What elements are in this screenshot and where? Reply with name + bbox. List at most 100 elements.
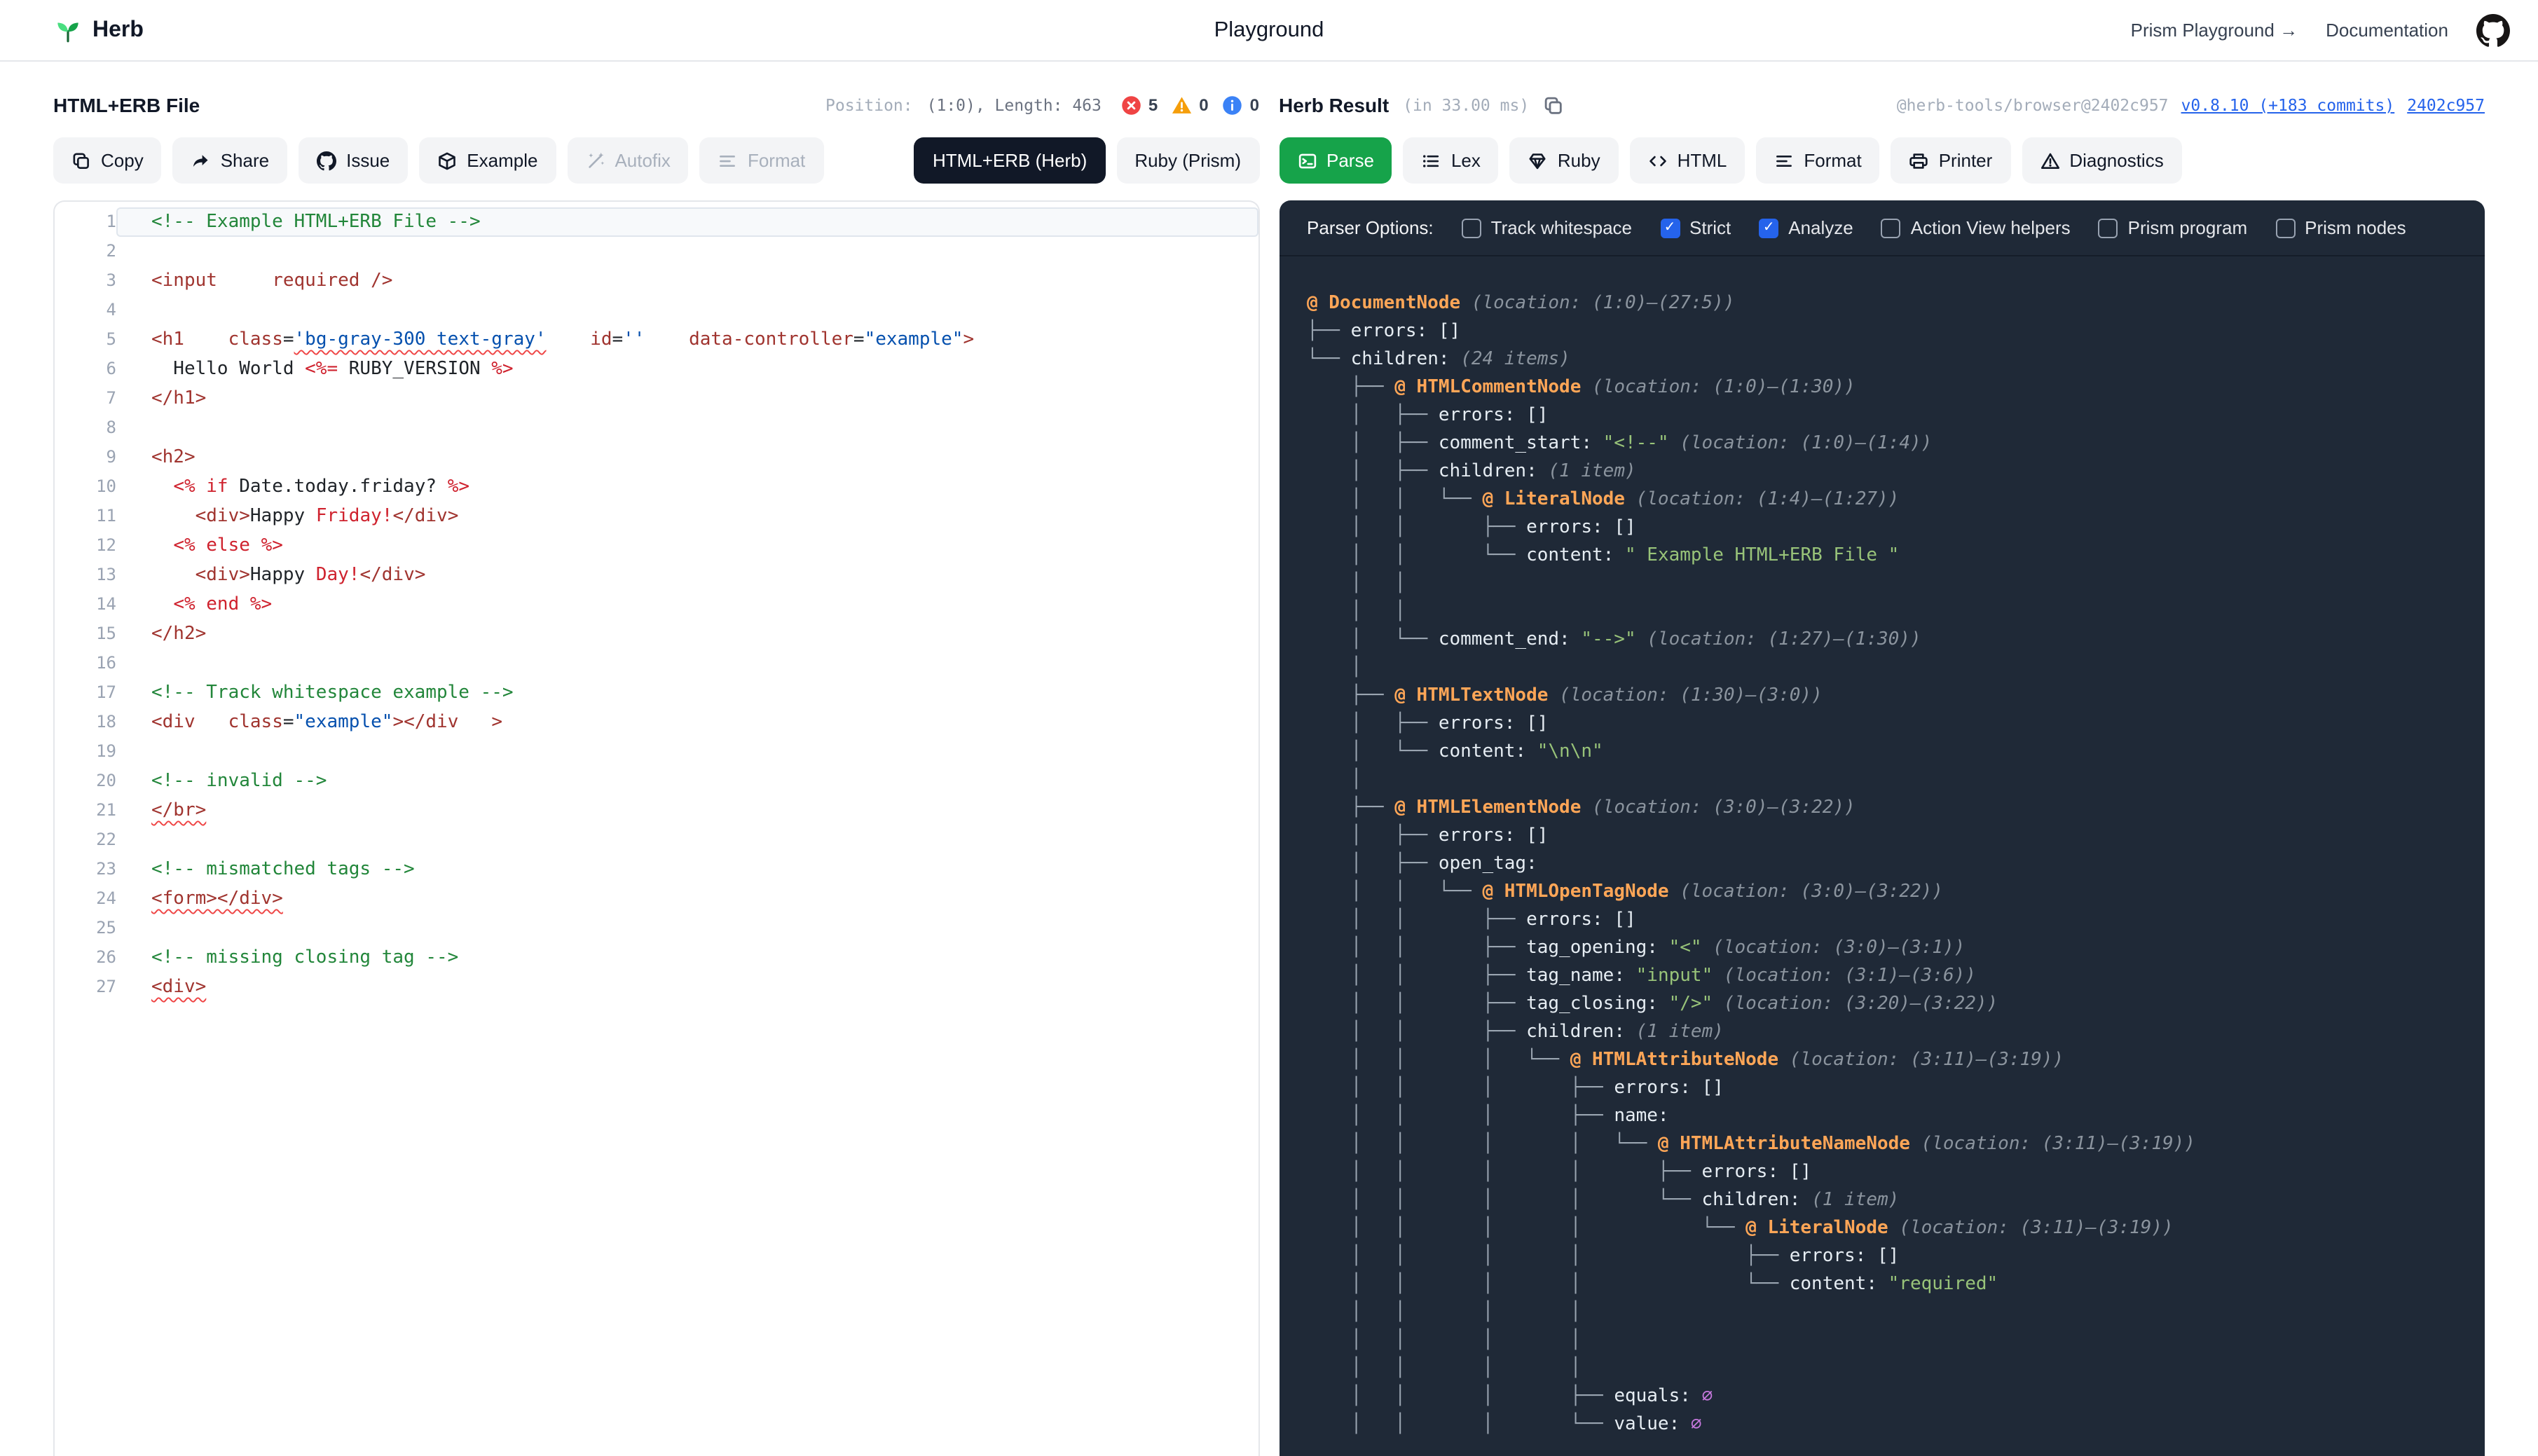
format-result-button[interactable]: Format <box>1756 137 1879 184</box>
code-line[interactable]: 5<h1 class='bg-gray-300 text-gray' id=''… <box>55 325 1258 355</box>
line-number: 5 <box>55 325 116 355</box>
code-line-text: <!-- Track whitespace example --> <box>116 678 1258 708</box>
line-number: 27 <box>55 973 116 1002</box>
code-line[interactable]: 25 <box>55 914 1258 943</box>
navbar-links: Prism Playground → Documentation <box>2131 13 2510 47</box>
parser-option-track-whitespace[interactable]: Track whitespace <box>1462 217 1632 238</box>
code-line[interactable]: 17<!-- Track whitespace example --> <box>55 678 1258 708</box>
code-line[interactable]: 27<div> <box>55 973 1258 1002</box>
ast-line: │ │ └── @ LiteralNode (location: (1:4)–(… <box>1307 486 2457 514</box>
parser-option-analyze[interactable]: Analyze <box>1759 217 1853 238</box>
code-line[interactable]: 26<!-- missing closing tag --> <box>55 943 1258 973</box>
code-line[interactable]: 19 <box>55 737 1258 767</box>
code-line[interactable]: 2 <box>55 237 1258 266</box>
line-number: 10 <box>55 472 116 502</box>
lex-button[interactable]: Lex <box>1404 137 1499 184</box>
parser-option-prism-program[interactable]: Prism program <box>2099 217 2248 238</box>
tab-ruby-prism[interactable]: Ruby (Prism) <box>1116 137 1259 184</box>
editor-toolbar: CopyShare Issue Example AutofixFormat HTML+… <box>53 137 1259 184</box>
line-number: 17 <box>55 678 116 708</box>
editor-panel: HTML+ERB File Position: (1:0), Length: 4… <box>53 90 1259 1456</box>
code-line[interactable]: 1<!-- Example HTML+ERB File --> <box>55 207 1258 237</box>
brand[interactable]: Herb <box>53 15 144 45</box>
autofix-button[interactable]: Autofix <box>567 137 689 184</box>
code-line[interactable]: 10 <% if Date.today.friday? %> <box>55 472 1258 502</box>
ast-line: │ └── comment_end: "-->" (location: (1:2… <box>1307 626 2457 654</box>
code-line-text: Hello World <%= RUBY_VERSION %> <box>116 355 1258 384</box>
parser-option-prism-nodes[interactable]: Prism nodes <box>2275 217 2406 238</box>
example-button[interactable]: Example <box>419 137 556 184</box>
code-line[interactable]: 7</h1> <box>55 384 1258 413</box>
copy-result-icon[interactable] <box>1543 95 1564 116</box>
code-line[interactable]: 11 <div>Happy Friday!</div> <box>55 502 1258 531</box>
parse-timing: (in 33.00 ms) <box>1403 95 1529 115</box>
ast-line: │ │ │ │ <box>1307 1355 2457 1383</box>
code-line-text: <h1 class='bg-gray-300 text-gray' id='' … <box>116 325 1258 355</box>
button-label: HTML <box>1678 150 1727 171</box>
ast-line: │ <box>1307 654 2457 682</box>
code-line[interactable]: 21</br> <box>55 796 1258 825</box>
code-line[interactable]: 8 <box>55 413 1258 443</box>
line-number: 19 <box>55 737 116 767</box>
ast-output[interactable]: @ DocumentNode (location: (1:0)–(27:5))├… <box>1279 256 2485 1456</box>
info-count: 0 <box>1250 95 1259 115</box>
code-editor-content: 1<!-- Example HTML+ERB File -->23<input … <box>55 207 1258 1002</box>
code-line[interactable]: 9<h2> <box>55 443 1258 472</box>
editor-panel-header: HTML+ERB File Position: (1:0), Length: 4… <box>53 90 1259 121</box>
parser-option-action-view-helpers[interactable]: Action View helpers <box>1881 217 2071 238</box>
documentation-link[interactable]: Documentation <box>2326 20 2448 41</box>
code-line[interactable]: 12 <% else %> <box>55 531 1258 561</box>
copy-button[interactable]: Copy <box>53 137 162 184</box>
code-line[interactable]: 18<div class="example"></div > <box>55 708 1258 737</box>
code-line[interactable]: 22 <box>55 825 1258 855</box>
commit-link[interactable]: 2402c957 <box>2407 95 2485 115</box>
code-line[interactable]: 3<input required /> <box>55 266 1258 296</box>
code-line-text <box>116 237 1258 266</box>
diagnostics-button[interactable]: Diagnostics <box>2022 137 2181 184</box>
error-count-badge: 5 <box>1121 95 1158 116</box>
button-label: Example <box>467 150 537 171</box>
build-info: @herb-tools/browser@2402c957 <box>1897 95 2169 115</box>
code-editor[interactable]: 1<!-- Example HTML+ERB File -->23<input … <box>53 200 1259 1456</box>
code-line-text: </h2> <box>116 619 1258 649</box>
prism-playground-link[interactable]: Prism Playground → <box>2131 20 2298 41</box>
html-button[interactable]: HTML <box>1630 137 1745 184</box>
line-number: 16 <box>55 649 116 678</box>
printer-icon <box>1909 151 1929 170</box>
issue-button[interactable]: Issue <box>299 137 408 184</box>
button-label: Ruby (Prism) <box>1134 150 1241 171</box>
ast-line: @ DocumentNode (location: (1:0)–(27:5)) <box>1307 290 2457 318</box>
format-button[interactable]: Format <box>700 137 823 184</box>
brand-name: Herb <box>92 18 144 43</box>
code-line[interactable]: 24<form></div> <box>55 884 1258 914</box>
code-line[interactable]: 4 <box>55 296 1258 325</box>
line-number: 18 <box>55 708 116 737</box>
result-toolbar: Parse LexRuby HTML Format PrinterDiagnostics <box>1279 137 2485 184</box>
ast-line: │ │ └── content: " Example HTML+ERB File… <box>1307 542 2457 570</box>
ast-line: │ │ │ │ ├── errors: [] <box>1307 1243 2457 1271</box>
code-line[interactable]: 13 <div>Happy Day!</div> <box>55 561 1258 590</box>
version-link[interactable]: v0.8.10 (+183 commits) <box>2181 95 2395 115</box>
code-line[interactable]: 16 <box>55 649 1258 678</box>
parser-option-label: Strict <box>1689 217 1731 238</box>
line-number: 12 <box>55 531 116 561</box>
parser-options-bar: Parser Options: Track whitespaceStrictAn… <box>1279 200 2485 256</box>
code-line[interactable]: 20<!-- invalid --> <box>55 767 1258 796</box>
printer-button[interactable]: Printer <box>1891 137 2011 184</box>
github-icon[interactable] <box>2476 13 2510 47</box>
code-line-text: <!-- missing closing tag --> <box>116 943 1258 973</box>
code-line[interactable]: 23<!-- mismatched tags --> <box>55 855 1258 884</box>
tab-html-erb-herb[interactable]: HTML+ERB (Herb) <box>914 137 1105 184</box>
parser-option-label: Analyze <box>1788 217 1853 238</box>
code-line[interactable]: 6 Hello World <%= RUBY_VERSION %> <box>55 355 1258 384</box>
ruby-button[interactable]: Ruby <box>1510 137 1619 184</box>
parse-button[interactable]: Parse <box>1279 137 1392 184</box>
result-panel-header: Herb Result (in 33.00 ms) @herb-tools/br… <box>1279 90 2485 121</box>
parser-option-strict[interactable]: Strict <box>1660 217 1731 238</box>
ast-line: │ │ <box>1307 598 2457 626</box>
code-line-text: <!-- Example HTML+ERB File --> <box>116 207 1258 237</box>
code-line[interactable]: 14 <% end %> <box>55 590 1258 619</box>
share-button[interactable]: Share <box>173 137 287 184</box>
code-line[interactable]: 15</h2> <box>55 619 1258 649</box>
line-number: 4 <box>55 296 116 325</box>
